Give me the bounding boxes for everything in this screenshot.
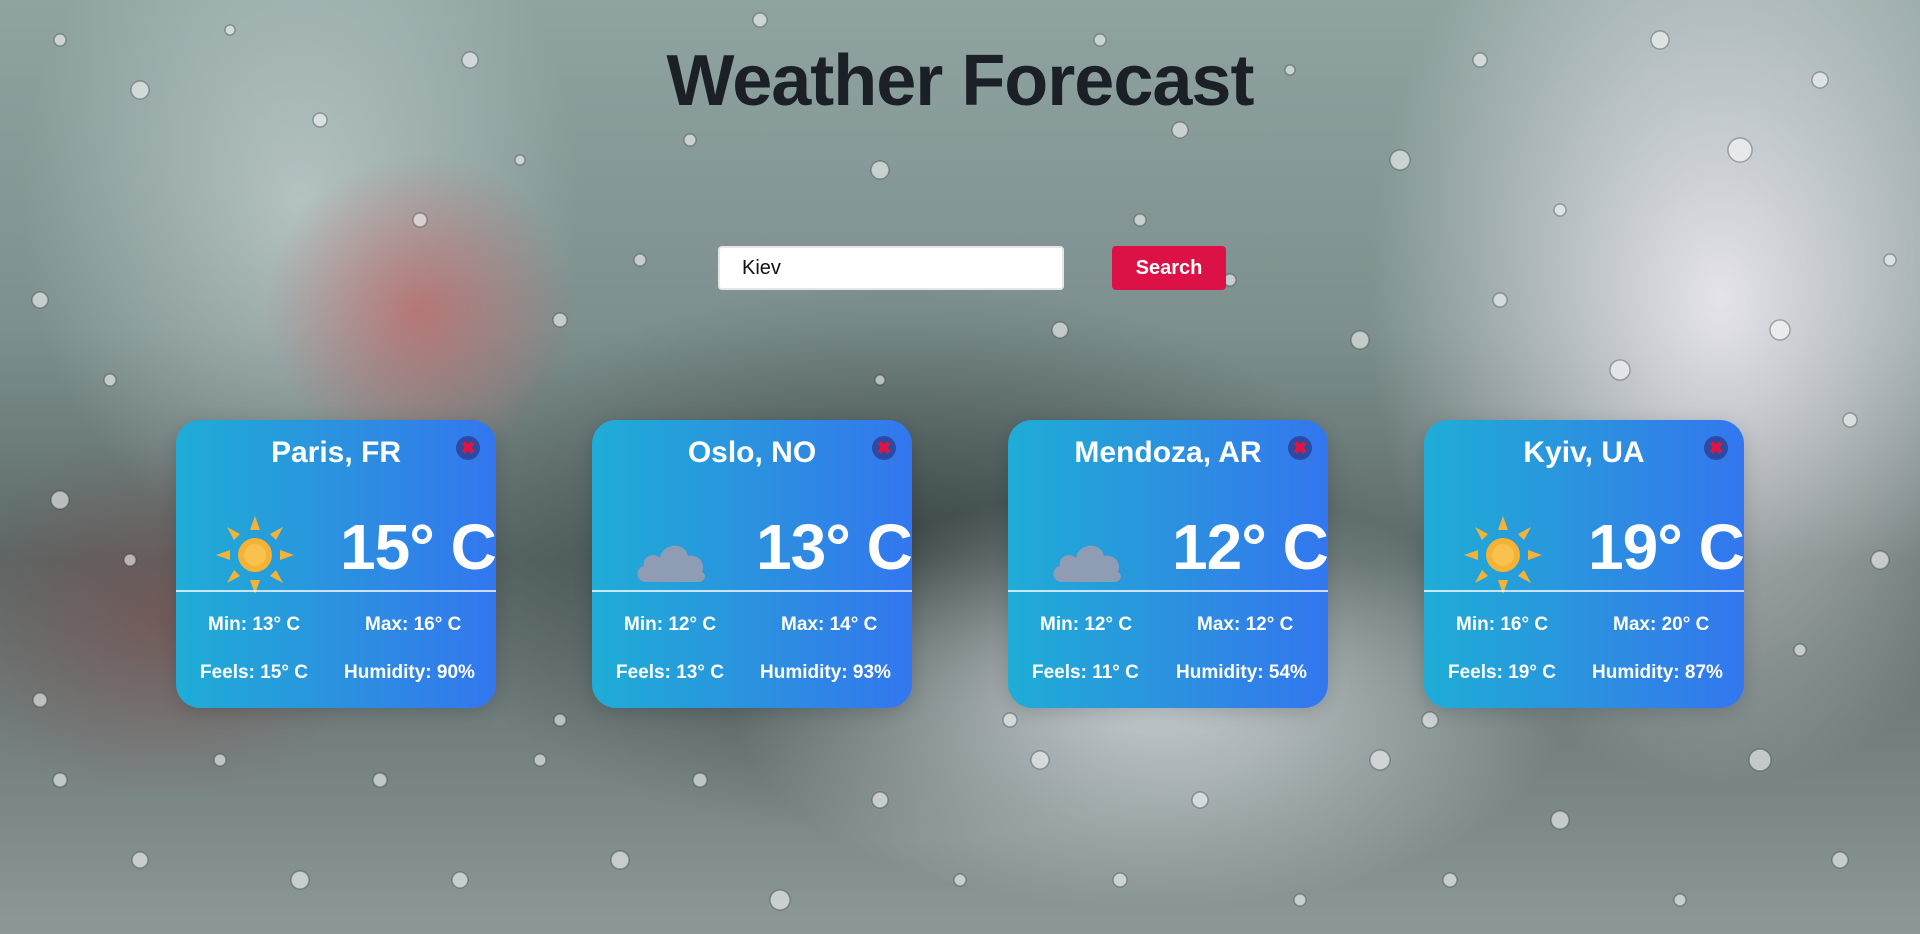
weather-cards: ✖ Paris, FR 15° C Min: 13° C Max: 16° C … bbox=[176, 420, 1744, 708]
card-divider bbox=[592, 590, 912, 592]
sun-icon bbox=[216, 516, 294, 594]
card-humidity: Humidity: 90% bbox=[344, 662, 475, 683]
sun-icon bbox=[1464, 516, 1542, 594]
weather-card: ✖ Mendoza, AR 12° C Min: 12° C Max: 12° … bbox=[1008, 420, 1328, 708]
card-divider bbox=[1424, 590, 1744, 592]
card-min-temp: Min: 13° C bbox=[208, 614, 301, 635]
card-feels-like: Feels: 19° C bbox=[1448, 662, 1556, 683]
card-humidity: Humidity: 87% bbox=[1592, 662, 1723, 683]
weather-card: ✖ Kyiv, UA 19° C Min: 16° C Max: 20° C F… bbox=[1424, 420, 1744, 708]
search-button[interactable]: Search bbox=[1112, 246, 1226, 290]
weather-card: ✖ Paris, FR 15° C Min: 13° C Max: 16° C … bbox=[176, 420, 496, 708]
card-temperature: 15° C bbox=[340, 511, 496, 583]
card-feels-like: Feels: 11° C bbox=[1032, 662, 1139, 683]
card-max-temp: Max: 20° C bbox=[1613, 614, 1710, 635]
card-min-temp: Min: 16° C bbox=[1456, 614, 1549, 635]
card-temperature: 13° C bbox=[756, 511, 912, 583]
card-city: Oslo, NO bbox=[687, 436, 817, 469]
cloud-icon bbox=[637, 545, 705, 582]
card-temperature: 19° C bbox=[1588, 511, 1744, 583]
card-humidity: Humidity: 93% bbox=[760, 662, 891, 683]
card-max-temp: Max: 12° C bbox=[1197, 614, 1294, 635]
cloud-icon bbox=[1053, 545, 1121, 582]
card-min-temp: Min: 12° C bbox=[624, 614, 717, 635]
city-search-input[interactable] bbox=[718, 246, 1064, 290]
card-max-temp: Max: 14° C bbox=[781, 614, 878, 635]
search-bar: Search bbox=[718, 246, 1226, 290]
weather-card: ✖ Oslo, NO 13° C Min: 12° C Max: 14° C F… bbox=[592, 420, 912, 708]
card-city: Kyiv, UA bbox=[1523, 436, 1645, 469]
card-divider bbox=[1008, 590, 1328, 592]
page-title: Weather Forecast bbox=[666, 41, 1255, 121]
card-feels-like: Feels: 13° C bbox=[616, 662, 724, 683]
card-feels-like: Feels: 15° C bbox=[200, 662, 308, 683]
card-humidity: Humidity: 54% bbox=[1176, 662, 1307, 683]
card-city: Mendoza, AR bbox=[1074, 436, 1262, 469]
card-city: Paris, FR bbox=[270, 436, 402, 469]
card-divider bbox=[176, 590, 496, 592]
card-max-temp: Max: 16° C bbox=[365, 614, 462, 635]
card-min-temp: Min: 12° C bbox=[1040, 614, 1133, 635]
card-temperature: 12° C bbox=[1172, 511, 1328, 583]
